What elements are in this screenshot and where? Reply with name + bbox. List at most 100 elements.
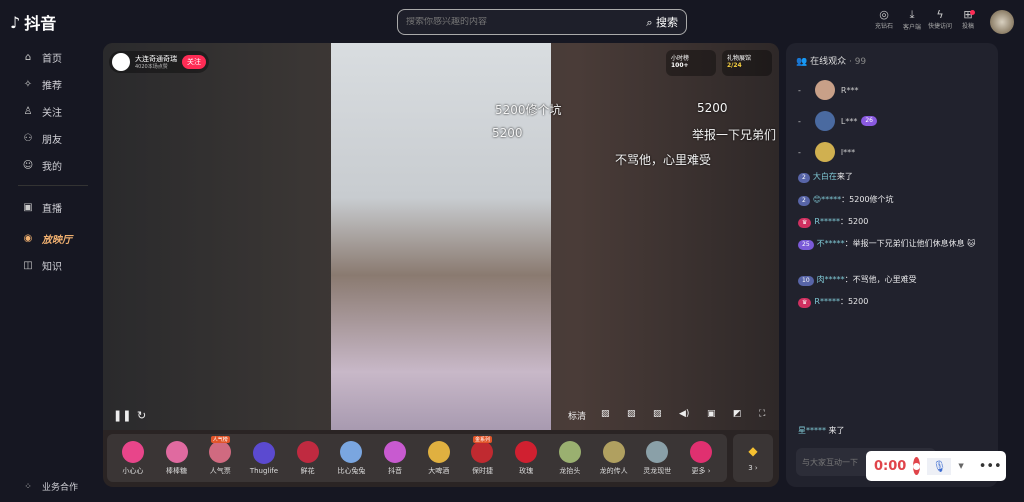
streamer-info[interactable]: 大连奇通奇瑞 4020本场点赞 关注 (109, 51, 209, 73)
fullscreen-icon[interactable]: ⛶ (759, 409, 765, 419)
chat-text: 来了 (836, 172, 853, 181)
gift-item[interactable]: 小心心 (112, 440, 154, 476)
level-badge: 2 (798, 196, 810, 206)
gift-label: 灵龙现世 (643, 466, 672, 475)
gift-tag: 金系列 (472, 435, 492, 443)
chat-text: ：举报一下兄弟们让他们休息休息 🐱 (844, 239, 976, 248)
gift-label: 更多 › (691, 466, 711, 475)
gift-item[interactable]: 金系列 保时捷 (461, 435, 503, 476)
mic-muted-icon[interactable]: 🎙 (927, 457, 952, 475)
diamond-balance[interactable]: ◆ 3 › (733, 434, 773, 482)
gift-item[interactable]: Thuglife (243, 441, 285, 475)
sidebar-item-me[interactable]: ☺ 我的 (22, 158, 62, 173)
sidebar-item-live[interactable]: ▣ 直播 (22, 200, 62, 215)
viewer-row[interactable]: - R*** (798, 80, 858, 100)
follow-button[interactable]: 关注 (182, 55, 206, 69)
sidebar-item-cinema[interactable]: ◉ 放映厅 (22, 231, 72, 246)
viewer-row[interactable]: - L*** 26 (798, 111, 880, 131)
gift-item[interactable]: 玫瑰 (505, 440, 547, 476)
sidebar-item-home[interactable]: ⌂ 首页 (22, 50, 62, 65)
chat-panel: 👥 在线观众 · 99 - R*** - L*** 26- l*** 2 大白在来了 2 😊**… (786, 43, 998, 487)
screenshot-icon[interactable]: ▨ (601, 409, 610, 419)
chat-username[interactable]: 😊***** (813, 195, 841, 204)
gift-item[interactable]: 大啤酒 (418, 440, 460, 476)
gift-item[interactable]: 比心兔兔 (330, 440, 372, 476)
viewer-name: L*** (840, 116, 858, 126)
viewer-row[interactable]: - l*** (798, 142, 855, 162)
pip-icon[interactable]: ▣ (707, 409, 716, 419)
more-icon[interactable]: ••• (979, 459, 1002, 474)
chevron-down-icon[interactable]: ▼ (958, 462, 963, 470)
friends-icon: ⚇ (23, 133, 33, 144)
viewer-avatar (814, 142, 835, 162)
search-input[interactable] (406, 17, 626, 27)
profile-icon: ☺ (22, 160, 34, 171)
badge-label: 小时榜 (671, 55, 690, 62)
level-badge: 25 (798, 240, 814, 250)
chat-username[interactable]: 不***** (817, 239, 845, 248)
top-action-upload[interactable]: ⊞ 投稿 (952, 8, 984, 30)
sidebar-business[interactable]: ⁘ 业务合作 (22, 480, 78, 494)
chat-username[interactable]: R***** (814, 217, 840, 226)
gift-label: 抖音 (388, 466, 403, 475)
danmaku-toggle-icon[interactable]: ▨ (653, 409, 662, 419)
sidebar-item-follow[interactable]: ♙ 关注 (22, 104, 62, 119)
chat-username[interactable]: 大白在 (813, 172, 837, 181)
gift-item[interactable]: 灵龙现世 (636, 440, 678, 476)
streamer-name: 大连奇通奇瑞 (135, 54, 177, 63)
danmaku: 5200 (492, 126, 523, 140)
gift-label: 人气票 (209, 466, 231, 475)
quality-button[interactable]: 标清 (568, 409, 586, 422)
streamer-avatar (112, 53, 130, 71)
user-avatar[interactable] (990, 10, 1014, 34)
theater-icon[interactable]: ◩ (733, 409, 742, 419)
gift-item[interactable]: 鲜花 (287, 440, 329, 476)
refresh-icon[interactable]: ↻ (137, 409, 146, 422)
video-area[interactable]: 5200修个坑 5200 5200 举报一下兄弟们 不骂他，心里难受 大连奇通奇… (103, 43, 779, 430)
gift-item[interactable]: 人气榜 人气票 (199, 435, 241, 476)
volume-icon[interactable]: ◀) (679, 409, 689, 419)
follow-icon: ♙ (23, 106, 33, 117)
record-button[interactable] (913, 457, 921, 475)
chat-username[interactable]: R***** (814, 297, 840, 306)
gift-item[interactable]: 抖音 (374, 440, 416, 476)
gift-item[interactable]: 更多 › (680, 440, 722, 476)
viewer-rank: - (798, 116, 801, 126)
diamond-count: 3 › (748, 464, 758, 472)
search-button[interactable]: ⌕ 搜索 (646, 14, 678, 30)
sidebar-item-friends[interactable]: ⚇ 朋友 (22, 131, 62, 146)
diamond-icon: ◆ (748, 444, 758, 458)
viewer-avatar (814, 111, 835, 131)
gift-icon (296, 440, 319, 463)
tiktok-icon: ♪ (10, 12, 21, 32)
chat-message: 10 肉*****：不骂他，心里难受 (798, 273, 993, 287)
gift-item[interactable]: 龙的传人 (593, 440, 635, 476)
gift-gallery-badge[interactable]: 礼物展馆 2/24 (722, 50, 772, 76)
gift-label: 保时捷 (471, 466, 493, 475)
pause-icon[interactable]: ❚❚ (113, 409, 131, 422)
record-time: 0:00 (874, 458, 907, 474)
live-player: 5200修个坑 5200 5200 举报一下兄弟们 不骂他，心里难受 大连奇通奇… (103, 43, 779, 487)
screen-recorder: 0:00 🎙 ▼ ••• (866, 451, 1006, 481)
gift-label: 鲜花 (300, 466, 315, 475)
badge-value: 100+ (671, 62, 689, 69)
gift-label: 龙的传人 (599, 466, 628, 475)
gift-icon (340, 440, 363, 463)
sidebar-item-knowledge[interactable]: ◫ 知识 (22, 258, 62, 273)
sidebar-item-recommend[interactable]: ✧ 推荐 (22, 77, 62, 92)
hourly-rank-badge[interactable]: 小时榜 100+ (666, 50, 716, 76)
danmaku: 5200修个坑 (495, 103, 562, 117)
recommend-icon: ✧ (23, 79, 33, 90)
chat-username[interactable]: 肉***** (817, 275, 845, 284)
chat-message: 2 😊*****：5200修个坑 (798, 193, 993, 207)
gift-icon (646, 440, 669, 463)
app-logo[interactable]: ♪ 抖音 (10, 10, 56, 34)
gift-label: 比心兔兔 (337, 466, 366, 475)
audience-header[interactable]: 👥 在线观众 · 99 (796, 54, 866, 67)
gift-icon (558, 440, 581, 463)
gift-item[interactable]: 棒棒糖 (156, 440, 198, 476)
home-icon: ⌂ (24, 52, 32, 63)
record-clip-icon[interactable]: ▨ (627, 409, 636, 419)
gift-item[interactable]: 龙抬头 (549, 440, 591, 476)
gift-icon (427, 440, 450, 463)
